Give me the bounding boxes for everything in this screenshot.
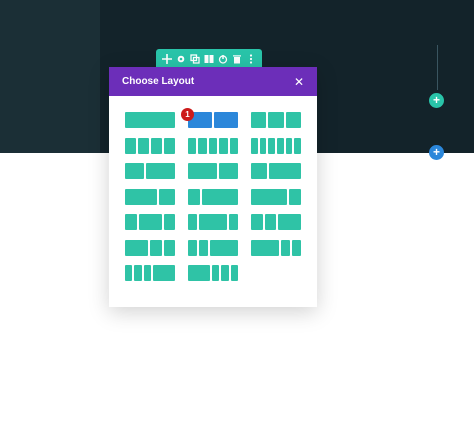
layout-option[interactable] (188, 137, 238, 154)
layout-column-block (125, 239, 148, 256)
layout-column-block (163, 214, 175, 230)
layout-column-block (294, 137, 301, 154)
dark-section-left-panel (0, 0, 100, 153)
layout-column-block (188, 265, 210, 281)
layout-column-block (251, 214, 263, 230)
layout-option[interactable] (251, 112, 301, 128)
add-row-button[interactable]: + (429, 93, 444, 108)
choose-layout-modal: Choose Layout ✕ (109, 67, 317, 307)
layout-column-block (138, 137, 149, 154)
gear-icon[interactable] (175, 53, 187, 65)
layout-column-block (285, 112, 301, 128)
layout-column-block (125, 214, 137, 230)
layout-option[interactable] (125, 163, 175, 179)
layout-option[interactable] (188, 163, 238, 179)
layout-column-block (251, 188, 287, 205)
modal-header: Choose Layout ✕ (109, 67, 317, 96)
trash-icon[interactable] (231, 53, 243, 65)
columns-icon[interactable] (203, 53, 215, 65)
layout-option[interactable] (251, 137, 301, 154)
layout-column-block (151, 137, 162, 154)
layout-column-block (199, 239, 209, 256)
layout-option[interactable] (125, 265, 175, 281)
layout-column-block (278, 214, 301, 230)
layout-option[interactable] (188, 239, 238, 256)
layout-column-block (229, 137, 238, 154)
layout-column-block (268, 112, 284, 128)
layout-column-block (125, 112, 175, 128)
layout-column-block (125, 188, 157, 205)
layout-option[interactable] (125, 188, 175, 205)
move-icon[interactable] (161, 53, 173, 65)
row-toolbar (156, 49, 262, 68)
layout-column-block (188, 239, 198, 256)
layout-column-block (218, 163, 238, 179)
layout-column-block (134, 265, 142, 281)
layout-option[interactable] (125, 137, 175, 154)
layout-column-block (230, 265, 238, 281)
layout-column-block (199, 214, 227, 230)
layout-column-block (188, 214, 198, 230)
layout-column-block (221, 265, 229, 281)
layout-column-block (146, 163, 175, 179)
layout-column-block (138, 214, 162, 230)
layout-column-block (188, 163, 217, 179)
layout-column-block (164, 137, 175, 154)
layout-column-block (208, 137, 218, 154)
section-divider-line (437, 45, 438, 90)
layout-option[interactable] (125, 239, 175, 256)
layout-column-block (251, 112, 267, 128)
layout-option[interactable] (188, 188, 238, 205)
layout-column-block (163, 239, 175, 256)
layout-column-block (289, 188, 301, 205)
layout-option[interactable] (251, 188, 301, 205)
layout-column-block (159, 188, 175, 205)
layout-column-block (228, 214, 238, 230)
layout-column-block (198, 137, 207, 154)
layout-column-block (251, 239, 279, 256)
power-icon[interactable] (217, 53, 229, 65)
layout-column-block (202, 188, 238, 205)
builder-canvas: + + Choose Layout ✕ 1 (0, 0, 474, 448)
modal-title: Choose Layout (122, 76, 195, 87)
layout-column-block (285, 137, 293, 154)
more-icon[interactable] (245, 53, 257, 65)
layout-option[interactable] (125, 214, 175, 230)
layout-column-block (188, 188, 200, 205)
layout-column-block (268, 137, 275, 154)
layout-column-block (251, 163, 267, 179)
notification-badge: 1 (181, 108, 194, 121)
layout-column-block (188, 137, 197, 154)
layout-column-block (143, 265, 151, 281)
layout-option[interactable] (188, 265, 238, 281)
layout-column-block (276, 137, 284, 154)
layout-column-block (125, 265, 133, 281)
layout-column-block (152, 265, 175, 281)
layout-column-block (264, 214, 276, 230)
layout-option[interactable] (251, 239, 301, 256)
layout-option[interactable] (251, 214, 301, 230)
close-icon[interactable]: ✕ (293, 75, 305, 89)
layout-column-block (210, 239, 238, 256)
layout-column-block (269, 163, 301, 179)
duplicate-icon[interactable] (189, 53, 201, 65)
add-section-button[interactable]: + (429, 145, 444, 160)
layout-column-block (280, 239, 290, 256)
layout-column-block (219, 137, 228, 154)
layout-column-block (214, 112, 238, 128)
layout-column-block (150, 239, 162, 256)
layout-column-block (259, 137, 267, 154)
layout-option[interactable] (125, 112, 175, 128)
layout-option[interactable] (188, 214, 238, 230)
layout-column-block (251, 137, 258, 154)
layout-column-block (125, 163, 145, 179)
layout-option[interactable] (251, 163, 301, 179)
layout-column-block (125, 137, 136, 154)
layout-option[interactable] (188, 112, 238, 128)
layout-column-block (291, 239, 301, 256)
layout-column-block (212, 265, 220, 281)
